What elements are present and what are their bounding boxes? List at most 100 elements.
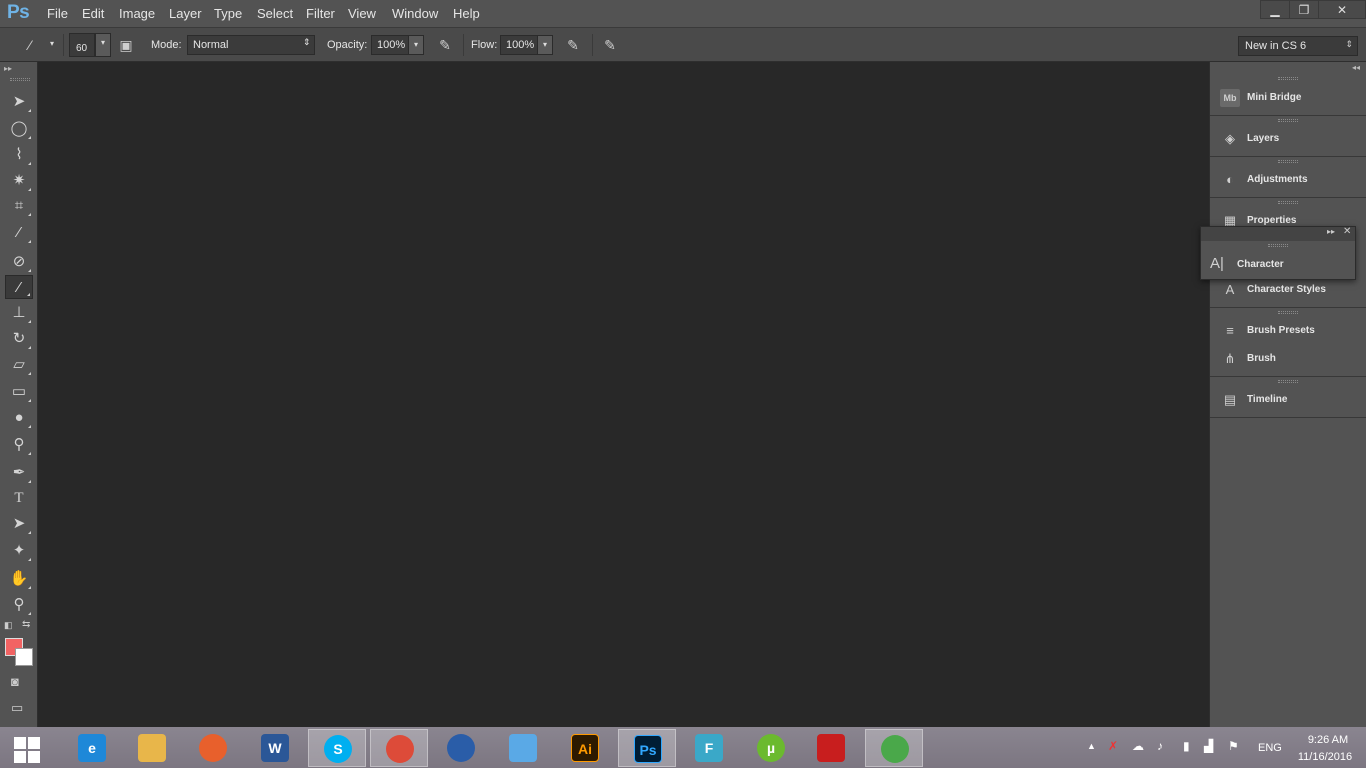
type-tool[interactable]: T xyxy=(5,486,33,510)
brush-tool[interactable]: ⁄ xyxy=(5,275,33,299)
pen-tool[interactable]: ✒ xyxy=(5,461,33,485)
panel-timeline-button[interactable]: ▤ Timeline xyxy=(1210,387,1366,413)
collapse-dock-icon[interactable]: ◂◂ xyxy=(1352,63,1360,72)
start-button[interactable] xyxy=(8,733,44,763)
taskbar-f-app[interactable]: F xyxy=(680,729,738,767)
dodge-tool[interactable]: ⚲ xyxy=(5,433,33,457)
brush-panel-toggle-icon[interactable]: ▣ xyxy=(116,36,136,54)
custom-shape-tool[interactable]: ✦ xyxy=(5,539,33,563)
menu-window[interactable]: Window xyxy=(392,6,438,21)
workspace-switcher[interactable]: New in CS 6 ⇕ xyxy=(1238,36,1358,56)
menu-edit[interactable]: Edit xyxy=(82,6,104,21)
quick-mask-icon[interactable]: ◙ xyxy=(11,674,19,689)
volume-icon[interactable]: ♪ xyxy=(1157,739,1163,753)
taskbar-internet-explorer[interactable]: e xyxy=(63,729,121,767)
eyedropper-tool[interactable]: ⁄ xyxy=(5,221,33,245)
mode-select[interactable]: Normal xyxy=(187,35,315,55)
healing-brush-tool[interactable]: ⊘ xyxy=(5,250,33,274)
taskbar-utorrent[interactable]: µ xyxy=(742,729,800,767)
panel-grip[interactable] xyxy=(1278,380,1298,383)
panel-grip[interactable] xyxy=(1278,160,1298,163)
brush-preset-arrow-icon[interactable]: ▾ xyxy=(44,35,60,55)
character-panel-popup[interactable]: ▸▸ ✕ A| Character xyxy=(1200,226,1356,280)
cloud-icon[interactable]: ☁ xyxy=(1132,739,1144,753)
lasso-tool[interactable]: ⌇ xyxy=(5,143,33,167)
panel-brush-button[interactable]: ⋔ Brush xyxy=(1210,346,1366,372)
menu-select[interactable]: Select xyxy=(257,6,293,21)
taskbar-word[interactable]: W xyxy=(246,729,304,767)
panel-label: Character Styles xyxy=(1247,284,1326,295)
menu-filter[interactable]: Filter xyxy=(306,6,335,21)
pressure-opacity-icon[interactable]: ✎ xyxy=(435,36,455,54)
signal-icon[interactable]: ▟ xyxy=(1204,739,1213,753)
network-error-icon[interactable]: ✗ xyxy=(1108,739,1118,753)
opacity-field[interactable]: 100% xyxy=(371,35,409,55)
panel-brush-presets-button[interactable]: ≡ Brush Presets xyxy=(1210,318,1366,344)
panel-grip[interactable] xyxy=(1278,311,1298,314)
menu-file[interactable]: File xyxy=(47,6,68,21)
flag-icon[interactable]: ⚑ xyxy=(1228,739,1239,753)
popup-header[interactable]: ▸▸ ✕ xyxy=(1201,226,1355,241)
close-button[interactable]: ✕ xyxy=(1318,0,1366,19)
panel-grip[interactable] xyxy=(1278,77,1298,80)
path-selection-tool[interactable]: ➤ xyxy=(5,512,33,536)
brush-preset-picker-icon[interactable]: ⁄ xyxy=(20,36,40,54)
toolbar-grip[interactable] xyxy=(10,78,30,81)
menu-type[interactable]: Type xyxy=(214,6,242,21)
clock-time[interactable]: 9:26 AM xyxy=(1300,734,1356,746)
move-tool[interactable]: ➤ xyxy=(5,90,33,114)
canvas-area[interactable] xyxy=(39,62,1209,727)
panel-layers-button[interactable]: ◈ Layers xyxy=(1210,126,1366,152)
taskbar-globe-app[interactable] xyxy=(865,729,923,767)
screen-mode-icon[interactable]: ▭ xyxy=(11,700,23,716)
menu-layer[interactable]: Layer xyxy=(169,6,202,21)
zoom-tool[interactable]: ⚲ xyxy=(5,593,33,617)
flow-slider-icon[interactable]: ▾ xyxy=(537,35,553,55)
panel-character-styles-button[interactable]: A Character Styles xyxy=(1210,277,1366,303)
menu-view[interactable]: View xyxy=(348,6,376,21)
clock-date[interactable]: 11/16/2016 xyxy=(1294,751,1356,763)
taskbar-thunderbird[interactable] xyxy=(432,729,490,767)
taskbar-window-app[interactable] xyxy=(494,729,552,767)
close-icon[interactable]: ✕ xyxy=(1343,226,1351,237)
language-indicator[interactable]: ENG xyxy=(1258,742,1282,754)
blur-tool[interactable]: ● xyxy=(5,406,33,430)
panel-mini-bridge-button[interactable]: Mb Mini Bridge xyxy=(1210,85,1366,111)
taskbar-skype[interactable]: S xyxy=(308,729,366,767)
battery-icon[interactable]: ▮ xyxy=(1183,739,1190,753)
marquee-tool[interactable]: ◯ xyxy=(5,117,33,141)
panel-adjustments-button[interactable]: ◐ Adjustments xyxy=(1210,167,1366,193)
background-color-swatch[interactable] xyxy=(15,648,33,666)
taskbar-firefox[interactable] xyxy=(184,729,242,767)
gradient-tool[interactable]: ▭ xyxy=(5,380,33,404)
restore-button[interactable]: ❐ xyxy=(1289,0,1319,19)
taskbar-photoshop[interactable]: Ps xyxy=(618,729,676,767)
history-brush-tool[interactable]: ↻ xyxy=(5,327,33,351)
expand-icon[interactable]: ▸▸ xyxy=(1327,227,1335,236)
minimize-button[interactable]: ▁ xyxy=(1260,0,1290,19)
brush-size-field[interactable]: 60 xyxy=(69,33,95,57)
menu-help[interactable]: Help xyxy=(453,6,480,21)
collapse-toolbar-icon[interactable]: ▸▸ xyxy=(4,64,12,73)
panel-grip[interactable] xyxy=(1268,244,1288,247)
menu-image[interactable]: Image xyxy=(119,6,155,21)
show-hidden-icons-icon[interactable]: ▲ xyxy=(1087,741,1096,751)
crop-tool[interactable]: ⌗ xyxy=(5,194,33,218)
taskbar-file-explorer[interactable] xyxy=(123,729,181,767)
taskbar-acrobat[interactable] xyxy=(802,729,860,767)
flow-field[interactable]: 100% xyxy=(500,35,538,55)
brush-size-dropdown-icon[interactable]: ▾ xyxy=(95,33,111,57)
clone-stamp-tool[interactable]: ⊥ xyxy=(5,301,33,325)
swap-colors-icon[interactable]: ⇆ xyxy=(22,619,30,630)
pressure-size-icon[interactable]: ✎ xyxy=(600,36,620,54)
opacity-slider-icon[interactable]: ▾ xyxy=(408,35,424,55)
hand-tool[interactable]: ✋ xyxy=(5,567,33,591)
magic-wand-tool[interactable]: ✷ xyxy=(5,169,33,193)
taskbar-chrome[interactable] xyxy=(370,729,428,767)
default-colors-icon[interactable]: ◧ xyxy=(4,620,13,631)
taskbar-illustrator[interactable]: Ai xyxy=(556,729,614,767)
airbrush-icon[interactable]: ✎ xyxy=(563,36,583,54)
panel-grip[interactable] xyxy=(1278,201,1298,204)
eraser-tool[interactable]: ▱ xyxy=(5,353,33,377)
panel-grip[interactable] xyxy=(1278,119,1298,122)
